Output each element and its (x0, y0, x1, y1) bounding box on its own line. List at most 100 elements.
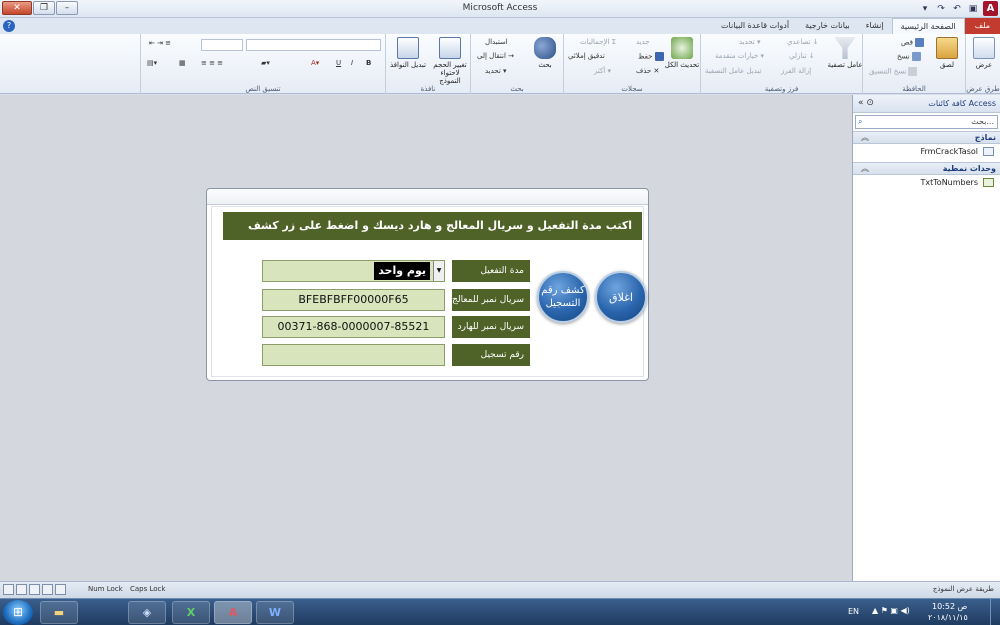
totals-button[interactable]: الإجماليات Σ (580, 38, 616, 46)
access-taskbar-icon[interactable]: A (214, 601, 252, 624)
help-icon[interactable]: ? (3, 20, 15, 32)
show-desktop-button[interactable] (990, 599, 1000, 625)
more-button[interactable]: أكثر ▾ (594, 67, 611, 75)
language-indicator[interactable]: EN (848, 607, 859, 616)
find-button[interactable]: بحث (527, 37, 563, 69)
save-record-button[interactable]: حفظ (638, 52, 664, 61)
form-title-strip (207, 189, 648, 205)
duration-label: مدة التفعيل (452, 260, 530, 282)
view-button[interactable]: عرض (966, 37, 1000, 69)
switch-windows-button[interactable]: تبديل النوافذ (390, 37, 426, 69)
nav-search-placeholder: بحث... (971, 117, 994, 126)
sort-filter-group: عامل تصفية تصاعدي ↓ تنازلي ↓ إزالة الفرز… (700, 34, 863, 94)
tray-icons[interactable]: ▲ ⚑ ▣ ◀) (872, 606, 910, 615)
remove-sort-button[interactable]: إزالة الفرز (781, 67, 811, 75)
new-record-button[interactable]: جديد (636, 38, 650, 46)
tab-home[interactable]: الصفحة الرئيسية (891, 18, 965, 34)
clock-time[interactable]: 10:52 ص (932, 602, 967, 611)
spelling-button[interactable]: تدقيق إملائي (568, 52, 605, 60)
italic-button[interactable]: I (351, 59, 353, 67)
refresh-all-button[interactable]: تحديث الكل (664, 37, 700, 69)
redo-icon[interactable]: ↷ (934, 2, 948, 16)
paste-icon (936, 37, 958, 59)
excel-taskbar-icon[interactable]: X (172, 601, 210, 624)
navigation-pane: كافة كائنات Access « ⊙ بحث... ⌕ نماذج ︽ … (852, 95, 1000, 581)
registration-number-label: رقم تسجيل (452, 344, 530, 366)
sort-descending-button[interactable]: تنازلي ↓ (789, 52, 815, 60)
highlight-icon[interactable]: ▰▾ (261, 59, 270, 67)
gridlines-icon[interactable]: ▦ (179, 59, 186, 67)
sql-view-icon[interactable] (55, 584, 66, 595)
advanced-filter-button[interactable]: خيارات متقدمة ▾ (715, 52, 764, 60)
brush-icon (908, 67, 918, 76)
collapse-chevron-icon: ︽ (861, 164, 869, 173)
records-group: تحديث الكل جديد حفظ حذف ✕ الإجماليات Σ ت… (563, 34, 700, 94)
binoculars-icon (534, 37, 556, 59)
hdd-serial-input[interactable]: 00371-868-0000007-85521 (262, 316, 445, 338)
replace-button[interactable]: استبدال (485, 38, 508, 46)
customize-icon[interactable]: ▾ (918, 2, 932, 16)
start-button[interactable]: ⊞ (3, 600, 33, 625)
font-size-combo[interactable] (201, 39, 243, 51)
format-painter-button[interactable]: نسخ التنسيق (869, 67, 918, 76)
selection-button[interactable]: تحديد ▾ (739, 38, 761, 46)
close-form-button[interactable]: اغلاق (595, 271, 647, 323)
cpu-serial-input[interactable]: BFEBFBFF00000F65 (262, 289, 445, 311)
size-to-fit-button[interactable]: تغيير الحجم لاحتواء النموذج (430, 37, 470, 85)
search-icon: ⌕ (858, 117, 863, 126)
alternate-row-icon[interactable]: ▤▾ (147, 59, 157, 67)
toggle-filter-button[interactable]: تبديل عامل التصفية (705, 67, 761, 75)
window-group: تغيير الحجم لاحتواء النموذج تبديل النواف… (385, 34, 470, 94)
scissors-icon (914, 38, 924, 47)
undo-icon[interactable]: ↶ (950, 2, 964, 16)
nav-header[interactable]: كافة كائنات Access « ⊙ (853, 95, 1000, 113)
paste-button[interactable]: لصق (929, 37, 965, 69)
font-color-icon[interactable]: A▾ (311, 59, 319, 67)
nav-section-modules[interactable]: وحدات نمطية ︽ (853, 162, 1000, 175)
explorer-taskbar-icon[interactable]: ▬ (40, 601, 78, 624)
copy-button[interactable]: نسخ (897, 52, 921, 61)
word-taskbar-icon[interactable]: W (256, 601, 294, 624)
clipboard-group: لصق قص نسخ نسخ التنسيق الحافظة (862, 34, 965, 94)
font-name-combo[interactable] (246, 39, 381, 51)
form-view-icon[interactable] (42, 584, 53, 595)
filter-button[interactable]: عامل تصفية (827, 37, 863, 69)
registration-number-input[interactable] (262, 344, 445, 366)
indent-buttons[interactable]: ⇤ ⇥ ≡ (149, 39, 171, 47)
collapse-nav-icon[interactable]: « ⊙ (858, 98, 874, 108)
nav-title: كافة كائنات Access (928, 99, 996, 108)
clock-date[interactable]: ٢٠١٨/١١/١٥ (928, 613, 968, 622)
window-title: Microsoft Access (462, 3, 538, 13)
datasheet-view-icon[interactable] (29, 584, 40, 595)
windows-icon (397, 37, 419, 59)
align-buttons[interactable]: ≡ ≡ ≡ (201, 59, 223, 67)
copy-icon (911, 52, 921, 61)
nav-item-module[interactable]: TxtToNumbers (853, 175, 1000, 191)
tab-create[interactable]: إنشاء (858, 18, 892, 34)
save-icon[interactable]: ▣ (966, 2, 980, 16)
layout-view-icon[interactable] (3, 584, 14, 595)
cut-button[interactable]: قص (901, 38, 924, 47)
reveal-registration-button[interactable]: كشف رقم التسجيل (537, 271, 589, 323)
delete-record-button[interactable]: حذف ✕ (636, 67, 659, 75)
access-app-icon[interactable]: A (983, 1, 998, 16)
sort-ascending-button[interactable]: تصاعدي ↓ (787, 38, 819, 46)
tab-file[interactable]: ملف (964, 18, 1000, 34)
select-button[interactable]: تحديد ▾ (485, 67, 507, 75)
design-view-icon[interactable] (16, 584, 27, 595)
ribbon-tabs: ? ملف الصفحة الرئيسية إنشاء بيانات خارجي… (0, 18, 1000, 34)
caps-lock-indicator: Caps Lock (130, 585, 166, 593)
underline-button[interactable]: U (336, 59, 341, 67)
tab-external-data[interactable]: بيانات خارجية (797, 18, 858, 34)
goto-button[interactable]: انتقال إلى → (477, 52, 514, 60)
duration-combo[interactable]: يوم واحد ▼ (262, 260, 445, 282)
text-formatting-group: ⇤ ⇥ ≡ B I U A▾ ▰▾ ≡ ≡ ≡ ▦ ▤▾ تنسيق النص (140, 34, 385, 94)
network-taskbar-icon[interactable]: ◈ (128, 601, 166, 624)
nav-item-form[interactable]: FrmCrackTasol (853, 144, 1000, 160)
nav-search-box[interactable]: بحث... ⌕ (855, 115, 998, 129)
bold-button[interactable]: B (366, 59, 371, 67)
tab-database-tools[interactable]: أدوات قاعدة البيانات (713, 18, 797, 34)
dropdown-arrow-icon[interactable]: ▼ (433, 261, 444, 281)
nav-section-forms[interactable]: نماذج ︽ (853, 131, 1000, 144)
refresh-icon (671, 37, 693, 59)
